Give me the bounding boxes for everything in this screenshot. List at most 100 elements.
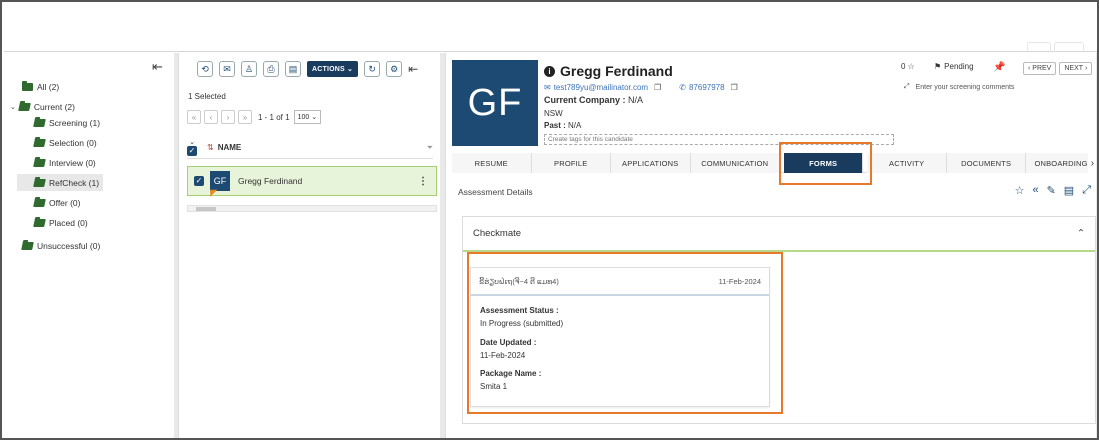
tree-item-interview[interactable]: Interview (0) [33, 158, 96, 168]
candidate-phone[interactable]: 87697978 [689, 83, 725, 92]
tree-item-offer[interactable]: Offer (0) [33, 198, 81, 208]
candidate-detail-panel: GF i Gregg Ferdinand ✉ test789yu@mailina… [445, 53, 1097, 438]
horizontal-scrollbar[interactable] [187, 205, 437, 212]
workspace: ⇤ All (2) ⌄ Current (2) Screening (1) Se… [4, 53, 1097, 438]
folder-open-icon [18, 103, 31, 111]
add-star-icon[interactable]: ☆ [1015, 184, 1025, 197]
app-frame: ⇤ All (2) ⌄ Current (2) Screening (1) Se… [0, 0, 1099, 440]
status-text: Pending [944, 62, 974, 71]
prev-next-nav: ‹ PREV NEXT › [1020, 62, 1093, 75]
folder-icon [22, 81, 33, 91]
tab-resume[interactable]: RESUME [452, 153, 532, 173]
section-title: Assessment Details [458, 187, 533, 197]
past-value: N/A [568, 121, 582, 130]
next-page-icon[interactable]: › [221, 110, 235, 124]
mail-icon[interactable]: ✉ [219, 61, 235, 77]
past-company: Past : N/A [544, 121, 581, 130]
gear-icon[interactable]: ⚙ [386, 61, 403, 77]
tab-profile[interactable]: PROFILE [531, 153, 611, 173]
star-icon[interactable]: ☆ [907, 62, 914, 71]
scrollbar-thumb[interactable] [196, 207, 216, 211]
folder-open-icon [21, 242, 34, 250]
tree-item-label: Unsuccessful (0) [37, 241, 101, 251]
column-name-header[interactable]: NAME [218, 143, 242, 152]
tree-item-label: Placed (0) [49, 218, 88, 228]
rating[interactable]: 0 ☆ [901, 62, 915, 71]
folder-open-icon [33, 139, 46, 147]
tab-communication[interactable]: COMMUNICATION [690, 153, 780, 173]
candidate-email[interactable]: test789yu@mailinator.com [554, 83, 648, 92]
page-size-value: 100 [297, 113, 310, 121]
tab-documents[interactable]: DOCUMENTS [946, 153, 1027, 173]
folder-open-icon [33, 178, 46, 187]
candidate-name-heading: i Gregg Ferdinand [544, 63, 673, 79]
candidate-name[interactable]: Gregg Ferdinand [238, 176, 302, 186]
document-icon[interactable]: ▤ [1064, 184, 1074, 197]
next-button[interactable]: NEXT › [1059, 62, 1093, 75]
next-label: NEXT [1064, 65, 1084, 72]
document-icon[interactable]: ▤ [285, 61, 301, 77]
edit-icon[interactable]: ✎ [1047, 184, 1056, 197]
copy-icon[interactable]: ❐ [731, 83, 738, 92]
tree-item-label: All (2) [37, 82, 60, 92]
collapse-panel-icon[interactable]: ⇤ [152, 59, 163, 75]
tab-activity[interactable]: ACTIVITY [867, 153, 947, 173]
more-options-icon[interactable]: ⋮ [418, 176, 428, 187]
top-ghost-button [1054, 42, 1084, 52]
screening-placeholder: Enter your screening comments [915, 83, 1015, 91]
collapse-icon[interactable]: « [1032, 184, 1038, 197]
sort-icon[interactable]: ⇅ [207, 143, 214, 152]
chevron-down-icon[interactable]: ⌄ [189, 139, 195, 146]
filter-icon[interactable]: ⏷ [427, 143, 433, 153]
first-page-icon[interactable]: « [187, 110, 201, 124]
tab-onboarding[interactable]: ONBOARDING [1026, 153, 1089, 173]
pin-icon[interactable]: 📌 [993, 62, 1005, 73]
contact-line: ✉ test789yu@mailinator.com ❐ ✆ 87697978 … [544, 83, 738, 92]
tree-item-label: Offer (0) [49, 198, 81, 208]
tree-item-selection[interactable]: Selection (0) [33, 138, 97, 148]
tree-item-refcheck[interactable]: RefCheck (1) [17, 174, 103, 191]
tree-item-placed[interactable]: Placed (0) [33, 218, 88, 228]
actions-button[interactable]: ACTIONS ⌄ [307, 61, 359, 77]
collapse-list-icon[interactable]: ⇤ [408, 62, 418, 76]
expand-icon[interactable]: ⤢ [904, 83, 910, 91]
tree-item-current[interactable]: ⌄ Current (2) [10, 102, 75, 112]
candidate-row[interactable]: ✓ GF Gregg Ferdinand ⋮ [187, 166, 437, 196]
checkmate-header[interactable]: Checkmate ⌃ [463, 217, 1095, 252]
assessment-tools: ☆ « ✎ ▤ ⤢ [1007, 184, 1091, 197]
tree-item-unsuccessful[interactable]: Unsuccessful (0) [21, 241, 101, 251]
tree-item-label: Current (2) [33, 102, 75, 112]
fullscreen-icon[interactable]: ⤢ [1082, 184, 1091, 197]
row-checkbox[interactable]: ✓ [194, 176, 204, 186]
user-icon[interactable]: ♙ [241, 61, 257, 77]
rating-value: 0 [901, 62, 906, 71]
pager: « ‹ › » 1 - 1 of 1 100 ⌄ [187, 110, 322, 124]
candidate-tabs: RESUME PROFILE APPLICATIONS COMMUNICATIO… [452, 153, 1097, 173]
print-icon[interactable]: ⎙ [263, 61, 279, 77]
tree-item-all[interactable]: All (2) [22, 81, 60, 92]
refresh-icon[interactable]: ↻ [364, 61, 381, 77]
phone-icon: ✆ [679, 83, 686, 92]
prev-button[interactable]: ‹ PREV [1023, 62, 1057, 75]
current-company: Current Company : N/A [544, 95, 643, 105]
status-dropdown[interactable]: ⚑ Pending [934, 62, 974, 71]
info-icon[interactable]: i [544, 65, 555, 77]
candidate-avatar: GF [452, 60, 538, 146]
prev-page-icon[interactable]: ‹ [204, 110, 218, 124]
past-label: Past : [544, 121, 566, 130]
tree-item-screening[interactable]: Screening (1) [33, 118, 100, 128]
page-size-select[interactable]: 100 ⌄ [293, 110, 322, 124]
chevron-down-icon[interactable]: ⌄ [10, 103, 16, 111]
folder-open-icon [33, 159, 46, 167]
prev-label: PREV [1032, 65, 1052, 72]
last-page-icon[interactable]: » [238, 110, 252, 124]
select-all-checkbox[interactable]: ✓ [187, 146, 197, 156]
candidate-list-panel: ⟲ ✉ ♙ ⎙ ▤ ACTIONS ⌄ ↻ ⚙ ⇤ 1 Selected « ‹… [178, 53, 440, 438]
copy-icon[interactable]: ❐ [654, 83, 661, 92]
chevron-up-icon[interactable]: ⌃ [1077, 228, 1085, 239]
list-toolbar: ⟲ ✉ ♙ ⎙ ▤ ACTIONS ⌄ ↻ ⚙ ⇤ [197, 61, 418, 77]
assign-icon[interactable]: ⟲ [197, 61, 213, 77]
tab-applications[interactable]: APPLICATIONS [611, 153, 691, 173]
folder-open-icon [33, 219, 46, 227]
screening-comments[interactable]: ⤢ Enter your screening comments [904, 83, 1014, 91]
